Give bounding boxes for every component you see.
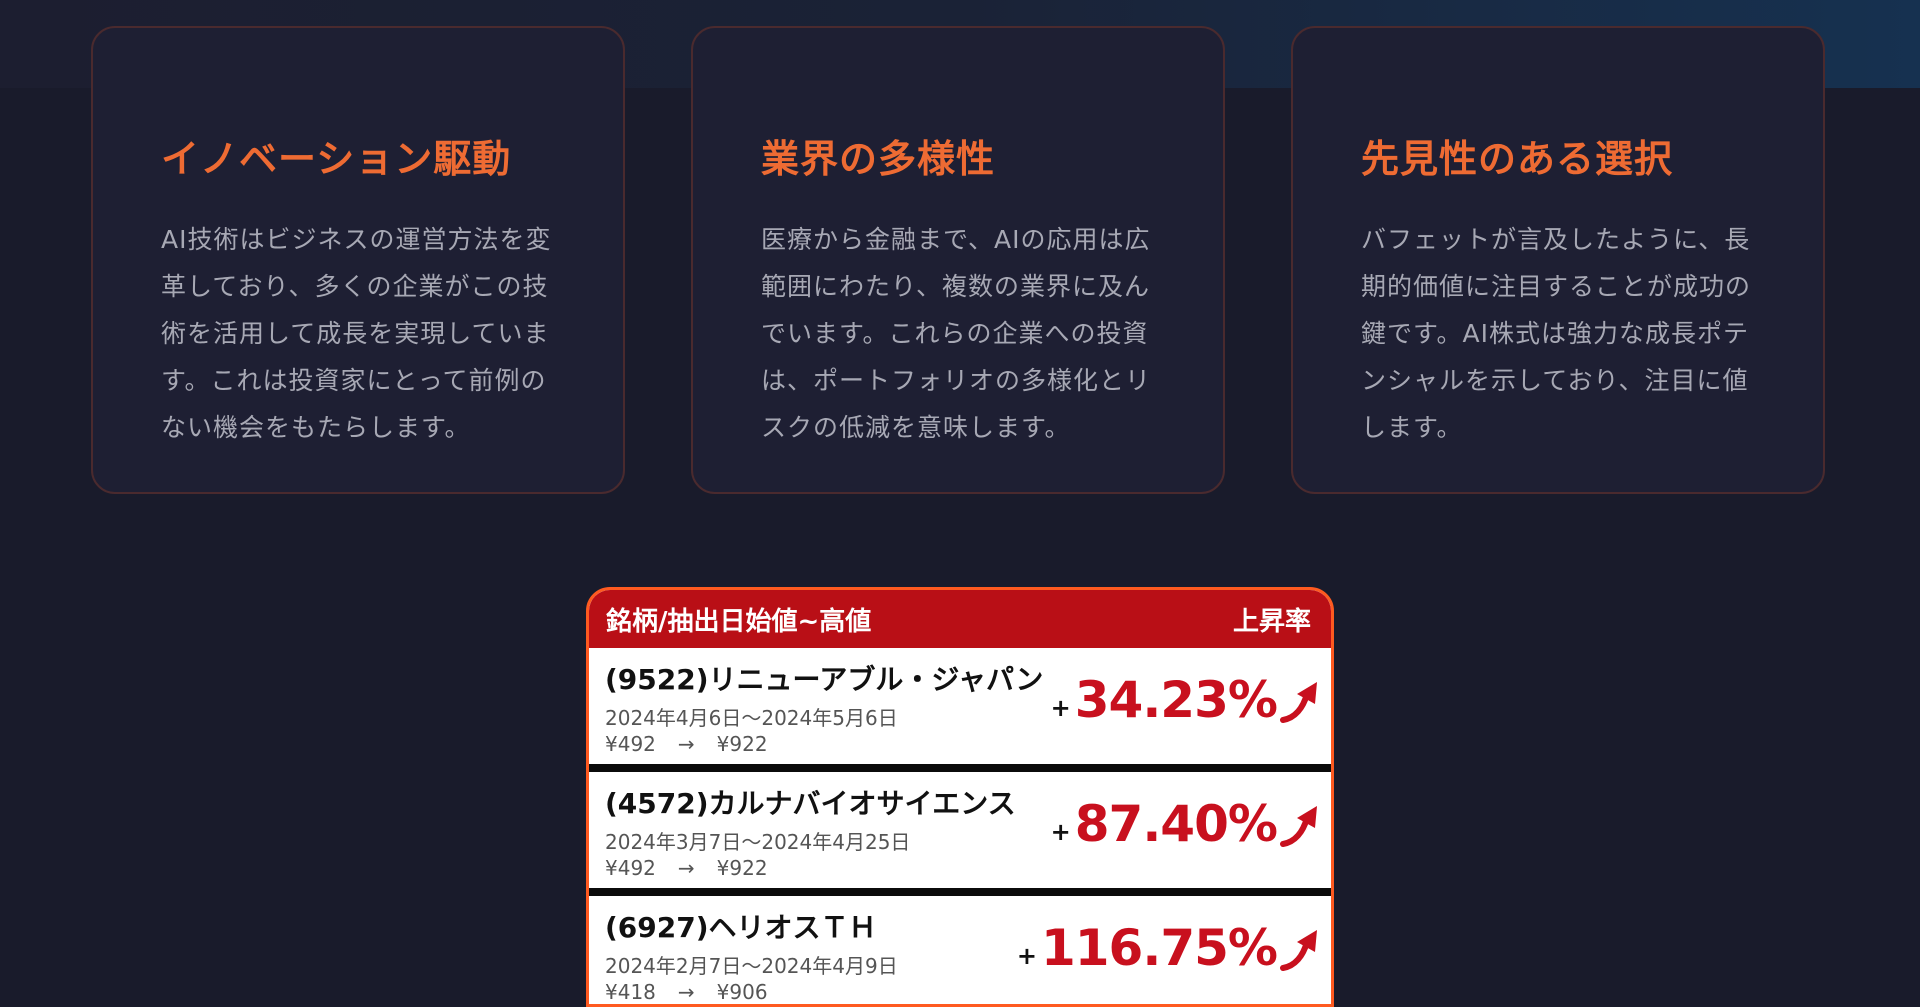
- feature-card-foresight: 先見性のある選択 バフェットが言及したように、長期的価値に注目することが成功の鍵…: [1291, 26, 1825, 494]
- card-title: 業界の多様性: [761, 137, 996, 181]
- table-row: (9522)リニューアブル・ジャパン 2024年4月6日〜2024年5月6日 ¥…: [589, 648, 1331, 772]
- stock-period: 2024年2月7日〜2024年4月9日: [605, 954, 898, 978]
- table-row: (6927)ヘリオスＴＨ 2024年2月7日〜2024年4月9日 ¥418 → ¥9…: [589, 896, 1331, 1004]
- header-stock-label: 銘柄/抽出日始値~高値: [606, 606, 872, 637]
- card-title: イノベーション駆動: [161, 137, 512, 181]
- stock-prices: ¥418 → ¥906: [605, 980, 768, 1004]
- rate-sign: +: [1050, 818, 1071, 846]
- table-header: 銘柄/抽出日始値~高値 上昇率: [589, 590, 1331, 648]
- rise-rate: + 87.40%: [1051, 794, 1323, 854]
- price-from: ¥418: [605, 980, 656, 1004]
- rate-sign: +: [1016, 942, 1037, 970]
- price-arrow: →: [677, 732, 695, 756]
- card-body: AI技術はビジネスの運営方法を変革しており、多くの企業がこの技術を活用して成長を…: [161, 225, 552, 442]
- trend-up-arrow-icon: [1280, 930, 1317, 971]
- card-body: 医療から金融まで、AIの応用は広範囲にわたり、複数の業界に及んでいます。これらの…: [761, 225, 1152, 442]
- feature-card-diversity: 業界の多様性 医療から金融まで、AIの応用は広範囲にわたり、複数の業界に及んでい…: [691, 26, 1225, 494]
- stock-performance-table: 銘柄/抽出日始値~高値 上昇率 (9522)リニューアブル・ジャパン 2024年…: [586, 587, 1334, 1007]
- rise-rate: + 116.75%: [1017, 918, 1323, 978]
- rise-rate: + 34.23%: [1051, 670, 1323, 730]
- rate-value: 116.75%: [1040, 919, 1278, 977]
- header-rate-label: 上昇率: [1232, 606, 1311, 637]
- stock-name: (4572)カルナバイオサイエンス: [605, 787, 1016, 820]
- stock-prices: ¥492 → ¥922: [605, 856, 768, 880]
- rate-value: 34.23%: [1074, 671, 1278, 729]
- price-arrow: →: [677, 980, 695, 1004]
- trend-up-arrow-icon: [1280, 806, 1317, 847]
- stock-period: 2024年3月7日〜2024年4月25日: [605, 830, 911, 854]
- stock-prices: ¥492 → ¥922: [605, 732, 768, 756]
- table-row: (4572)カルナバイオサイエンス 2024年3月7日〜2024年4月25日 ¥…: [589, 772, 1331, 896]
- card-title: 先見性のある選択: [1361, 137, 1674, 181]
- price-from: ¥492: [605, 732, 656, 756]
- price-to: ¥906: [716, 980, 768, 1004]
- rate-sign: +: [1050, 694, 1071, 722]
- stock-name: (6927)ヘリオスＴＨ: [605, 911, 877, 944]
- stock-name: (9522)リニューアブル・ジャパン: [605, 663, 1044, 696]
- price-arrow: →: [677, 856, 695, 880]
- price-from: ¥492: [605, 856, 656, 880]
- price-to: ¥922: [716, 732, 768, 756]
- rate-value: 87.40%: [1074, 795, 1278, 853]
- feature-card-innovation: イノベーション駆動 AI技術はビジネスの運営方法を変革しており、多くの企業がこの…: [91, 26, 625, 494]
- card-body: バフェットが言及したように、長期的価値に注目することが成功の鍵です。AI株式は強…: [1361, 225, 1752, 442]
- price-to: ¥922: [716, 856, 768, 880]
- stock-period: 2024年4月6日〜2024年5月6日: [605, 706, 898, 730]
- trend-up-arrow-icon: [1280, 682, 1317, 723]
